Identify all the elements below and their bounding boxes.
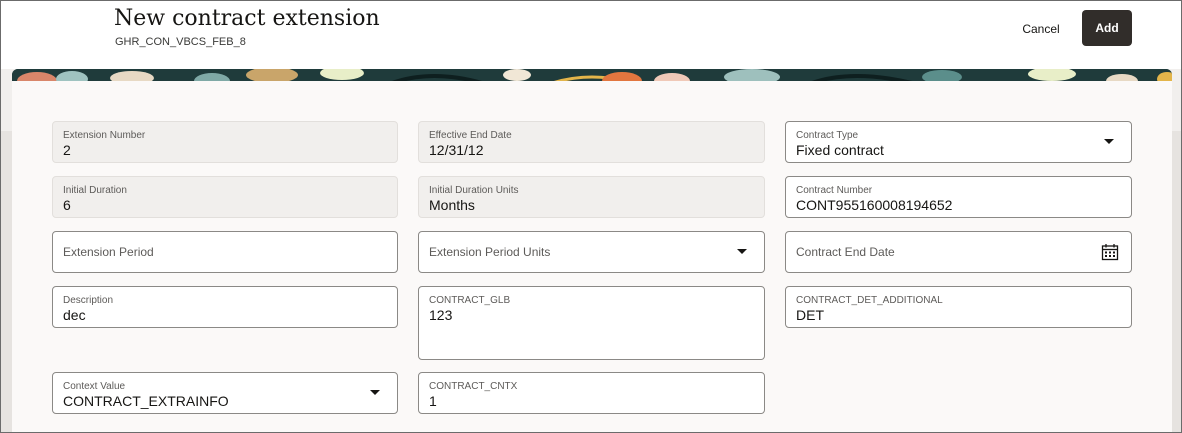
add-button[interactable]: Add (1082, 10, 1132, 46)
description-value: dec (63, 307, 86, 323)
initial-duration-value: 6 (63, 197, 71, 213)
contract-glb-textarea[interactable]: CONTRACT_GLB 123 (418, 286, 765, 360)
context-value-value: CONTRACT_EXTRAINFO (63, 393, 229, 409)
contract-cntx-label: CONTRACT_CNTX (429, 381, 518, 392)
extension-number-field[interactable]: Extension Number 2 (52, 121, 398, 163)
contract-det-additional-field[interactable]: CONTRACT_DET_ADDITIONAL DET (785, 286, 1132, 328)
effective-end-date-label: Effective End Date (429, 130, 512, 141)
dialog-header: New contract extension GHR_CON_VBCS_FEB_… (1, 1, 1181, 69)
effective-end-date-field[interactable]: Effective End Date 12/31/12 (418, 121, 765, 163)
page-subtitle: GHR_CON_VBCS_FEB_8 (115, 36, 246, 48)
initial-duration-units-label: Initial Duration Units (429, 185, 519, 196)
background-right-strip (1171, 131, 1181, 432)
effective-end-date-value: 12/31/12 (429, 142, 484, 158)
extension-period-units-select[interactable]: Extension Period Units (418, 231, 765, 273)
dialog-frame: New contract extension GHR_CON_VBCS_FEB_… (0, 0, 1182, 433)
chevron-down-icon[interactable] (370, 390, 380, 395)
contract-cntx-value: 1 (429, 393, 437, 409)
contract-type-value: Fixed contract (796, 142, 884, 158)
contract-type-label: Contract Type (796, 130, 859, 141)
description-field[interactable]: Description dec (52, 286, 398, 328)
contract-glb-label: CONTRACT_GLB (429, 295, 511, 306)
contract-end-date-placeholder: Contract End Date (796, 245, 895, 259)
initial-duration-label: Initial Duration (63, 185, 127, 196)
initial-duration-units-field[interactable]: Initial Duration Units Months (418, 176, 765, 218)
extension-number-value: 2 (63, 142, 71, 158)
page-title: New contract extension (114, 6, 380, 31)
contract-number-value: CONT955160008194652 (796, 197, 953, 213)
initial-duration-units-value: Months (429, 197, 475, 213)
contract-glb-value: 123 (429, 307, 453, 323)
context-value-select[interactable]: Context Value CONTRACT_EXTRAINFO (52, 372, 398, 414)
chevron-down-icon[interactable] (1104, 139, 1114, 144)
extension-number-label: Extension Number (63, 130, 146, 141)
context-value-label: Context Value (63, 381, 126, 392)
extension-period-placeholder: Extension Period (63, 245, 154, 259)
contract-det-additional-value: DET (796, 307, 824, 323)
chevron-down-icon[interactable] (737, 249, 747, 254)
form-panel: Extension Number 2 Effective End Date 12… (12, 81, 1172, 432)
description-label: Description (63, 295, 114, 306)
extension-period-units-placeholder: Extension Period Units (429, 245, 551, 259)
contract-det-additional-label: CONTRACT_DET_ADDITIONAL (796, 295, 943, 306)
initial-duration-field[interactable]: Initial Duration 6 (52, 176, 398, 218)
calendar-icon[interactable] (1101, 243, 1119, 261)
cancel-button[interactable]: Cancel (1011, 16, 1071, 42)
contract-number-label: Contract Number (796, 185, 873, 196)
contract-type-select[interactable]: Contract Type Fixed contract (785, 121, 1132, 163)
background-left-strip (1, 131, 12, 432)
contract-cntx-field[interactable]: CONTRACT_CNTX 1 (418, 372, 765, 414)
contract-number-field[interactable]: Contract Number CONT955160008194652 (785, 176, 1132, 218)
contract-end-date-input[interactable]: Contract End Date (785, 231, 1132, 273)
extension-period-input[interactable]: Extension Period (52, 231, 398, 273)
